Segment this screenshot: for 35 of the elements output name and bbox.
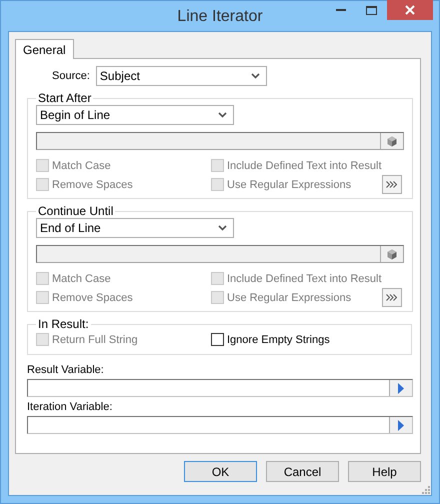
group-title: Continue Until [37, 204, 114, 218]
field-label: Result Variable: [27, 364, 105, 376]
text-field[interactable] [36, 132, 404, 150]
chevrons-right-icon [386, 181, 397, 188]
text-field[interactable] [36, 245, 404, 263]
cube-icon [386, 136, 396, 146]
group-title: In Result: [37, 317, 90, 331]
field-label: Iteration Variable: [27, 401, 114, 413]
tab[interactable]: General [15, 39, 74, 59]
input-field[interactable] [27, 379, 413, 397]
dropdown[interactable]: Begin of Line [36, 105, 234, 125]
chevron-down-icon [218, 112, 227, 118]
dropdown[interactable]: End of Line [36, 218, 234, 238]
close-button[interactable] [387, 0, 433, 20]
source-dropdown[interactable]: Subject [96, 66, 267, 86]
more-button[interactable] [382, 288, 402, 307]
input-field[interactable] [27, 416, 413, 434]
play-icon [398, 382, 404, 394]
minimize-icon [336, 8, 346, 12]
close-icon [405, 5, 415, 15]
window-title: Line Iterator [177, 7, 263, 26]
dialog-button[interactable]: OK [184, 461, 257, 482]
cube-icon [386, 248, 396, 260]
dialog-button[interactable]: Cancel [266, 461, 339, 482]
dialog-button[interactable]: Help [348, 461, 421, 482]
chevrons-right-icon [386, 294, 397, 301]
chevron-down-icon [218, 225, 227, 231]
more-button[interactable] [382, 175, 402, 194]
resize-grip-icon [421, 485, 430, 494]
chevron-down-icon [250, 73, 260, 79]
source-label: Source: [52, 70, 90, 82]
checkbox[interactable]: Ignore Empty Strings [211, 331, 330, 348]
play-icon [398, 420, 404, 430]
maximize-icon [366, 6, 377, 14]
group-title: Start After [37, 91, 92, 105]
